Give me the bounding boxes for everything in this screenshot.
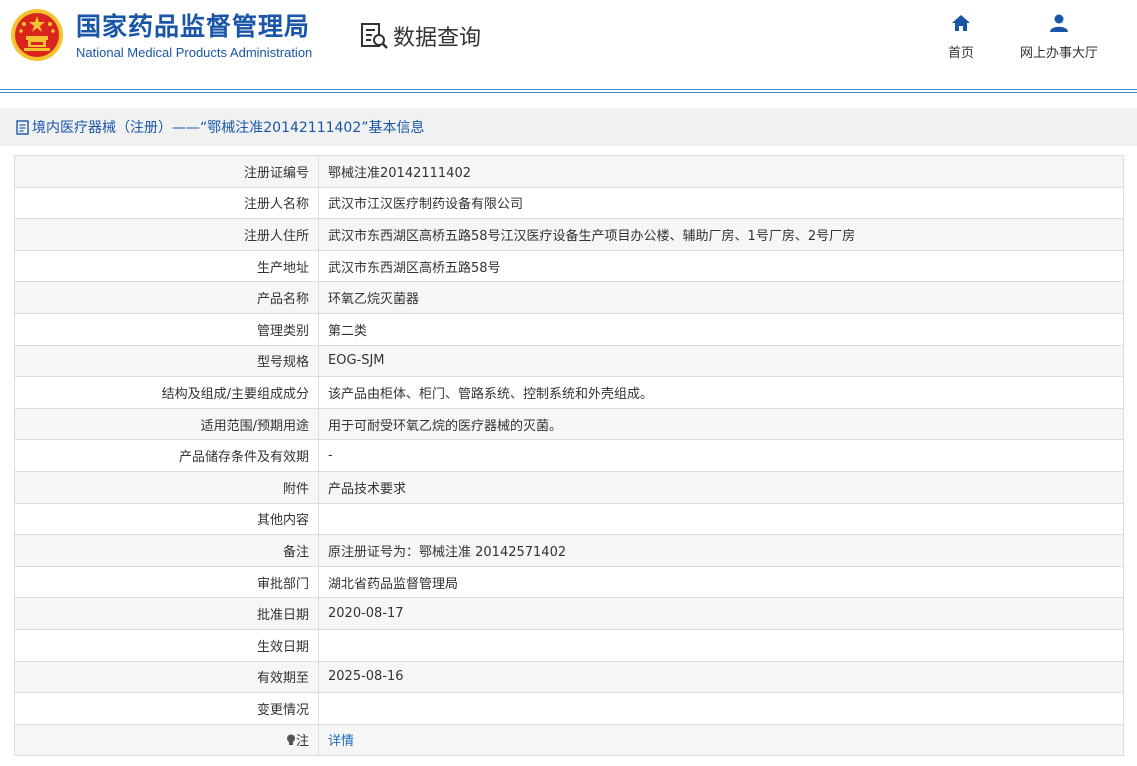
row-label: 注册证编号 xyxy=(14,155,319,188)
row-label: 注册人名称 xyxy=(14,186,319,220)
site-header: 国家药品监督管理局 National Medical Products Admi… xyxy=(0,0,1137,93)
row-label: 附件 xyxy=(14,470,319,504)
row-label: 生效日期 xyxy=(14,628,319,662)
row-label: 结构及组成/主要组成成分 xyxy=(14,376,319,409)
table-row: 审批部门 湖北省药品监督管理局 xyxy=(14,565,1124,599)
bulb-icon xyxy=(286,734,295,746)
detail-table-body: 注册证编号 鄂械注准20142111402 注册人名称 武汉市江汉医疗制药设备有限公… xyxy=(14,155,1124,757)
nav-home-label: 首页 xyxy=(948,46,975,61)
row-value: 2025-08-16 xyxy=(318,660,1124,694)
nav-online-office-label: 网上办事大厅 xyxy=(1020,46,1099,61)
note-label: 注 xyxy=(295,734,309,750)
user-icon xyxy=(1050,14,1068,32)
table-row: 管理类别 第二类 xyxy=(14,312,1124,346)
row-label: 产品储存条件及有效期 xyxy=(14,439,319,472)
row-value xyxy=(318,628,1124,662)
document-icon xyxy=(16,119,29,135)
table-row: 结构及组成/主要组成成分 该产品由柜体、柜门、管路系统、控制系统和外壳组成。 xyxy=(14,376,1124,409)
row-value: - xyxy=(318,439,1124,472)
table-row: 附件 产品技术要求 xyxy=(14,470,1124,504)
row-value: 武汉市东西湖区高桥五路58号 xyxy=(318,249,1124,283)
home-icon xyxy=(952,15,970,31)
row-label: 批准日期 xyxy=(14,597,319,630)
row-label: 生产地址 xyxy=(14,249,319,283)
row-value: 武汉市江汉医疗制药设备有限公司 xyxy=(318,186,1124,220)
detail-link[interactable]: 详情 xyxy=(328,734,354,749)
data-query-link[interactable]: 数据查询 xyxy=(360,20,481,52)
row-label: 有效期至 xyxy=(14,660,319,694)
row-value: 产品技术要求 xyxy=(318,470,1124,504)
org-name-cn: 国家药品监督管理局 xyxy=(76,11,311,41)
row-label: 备注 xyxy=(14,534,319,567)
table-row: 适用范围/预期用途 用于可耐受环氧乙烷的医疗器械的灭菌。 xyxy=(14,407,1124,441)
table-row: 产品名称 环氧乙烷灭菌器 xyxy=(14,281,1124,314)
row-value: 第二类 xyxy=(318,312,1124,346)
table-row: 注册证编号 鄂械注准20142111402 xyxy=(14,155,1124,188)
row-value: 湖北省药品监督管理局 xyxy=(318,565,1124,599)
detail-title-bar: 境内医疗器械（注册）——“鄂械注准20142111402”基本信息 xyxy=(0,108,1137,146)
nav-home[interactable]: 首页 xyxy=(948,14,974,61)
table-row: 产品储存条件及有效期 - xyxy=(14,439,1124,472)
row-label: 管理类别 xyxy=(14,312,319,346)
table-row: 其他内容 xyxy=(14,502,1124,536)
search-document-icon xyxy=(361,23,388,49)
table-row: 型号规格 EOG-SJM xyxy=(14,344,1124,378)
table-row: 变更情况 xyxy=(14,692,1124,725)
table-row: 注册人住所 武汉市东西湖区高桥五路58号江汉医疗设备生产项目办公楼、辅助厂房、1号… xyxy=(14,218,1124,251)
page-title: 境内医疗器械（注册）——“鄂械注准20142111402”基本信息 xyxy=(32,120,425,136)
data-query-label: 数据查询 xyxy=(393,26,482,51)
row-value: 鄂械注准20142111402 xyxy=(318,155,1124,188)
table-row: 批准日期 2020-08-17 xyxy=(14,597,1124,630)
table-row: 注册人名称 武汉市江汉医疗制药设备有限公司 xyxy=(14,186,1124,220)
row-value: 2020-08-17 xyxy=(318,597,1124,630)
row-value: 环氧乙烷灭菌器 xyxy=(318,281,1124,314)
detail-table: 注册证编号 鄂械注准20142111402 注册人名称 武汉市江汉医疗制药设备有限公… xyxy=(14,155,1124,757)
table-row-note: 注 详情 xyxy=(14,723,1124,757)
table-row: 生产地址 武汉市东西湖区高桥五路58号 xyxy=(14,249,1124,283)
table-row: 有效期至 2025-08-16 xyxy=(14,660,1124,694)
row-label-note: 注 xyxy=(14,723,319,757)
row-value: 原注册证号为：鄂械注准 20142571402 xyxy=(318,534,1124,567)
row-value: 武汉市东西湖区高桥五路58号江汉医疗设备生产项目办公楼、辅助厂房、1号厂房、2号… xyxy=(318,218,1124,251)
row-label: 型号规格 xyxy=(14,344,319,378)
row-value: 用于可耐受环氧乙烷的医疗器械的灭菌。 xyxy=(318,407,1124,441)
org-name-en: National Medical Products Administration xyxy=(76,44,313,60)
row-label: 其他内容 xyxy=(14,502,319,536)
row-value xyxy=(318,502,1124,536)
table-row: 备注 原注册证号为：鄂械注准 20142571402 xyxy=(14,534,1124,567)
row-value: EOG-SJM xyxy=(318,344,1124,378)
row-label: 变更情况 xyxy=(14,692,319,725)
row-label: 产品名称 xyxy=(14,281,319,314)
row-label: 注册人住所 xyxy=(14,218,319,251)
table-row: 生效日期 xyxy=(14,628,1124,662)
row-label: 适用范围/预期用途 xyxy=(14,407,319,441)
row-label: 审批部门 xyxy=(14,565,319,599)
row-value-note: 详情 xyxy=(318,723,1124,757)
logo[interactable]: 国家药品监督管理局 National Medical Products Admi… xyxy=(10,8,312,62)
national-emblem-icon xyxy=(11,9,63,61)
row-value: 该产品由柜体、柜门、管路系统、控制系统和外壳组成。 xyxy=(318,376,1124,409)
nav-online-office[interactable]: 网上办事大厅 xyxy=(1020,14,1098,61)
row-value xyxy=(318,692,1124,725)
